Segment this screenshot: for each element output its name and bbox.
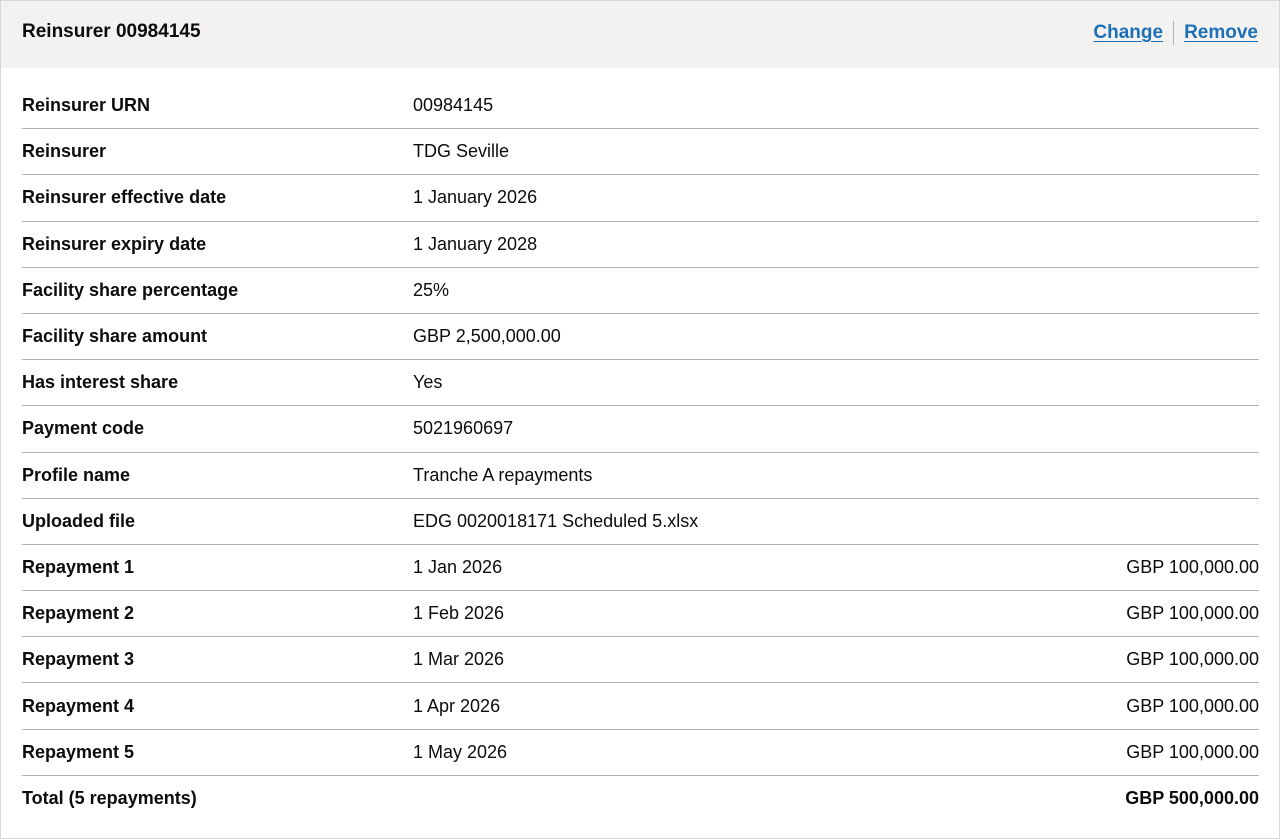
repayment-row: Repayment 4 1 Apr 2026 GBP 100,000.00: [22, 683, 1259, 730]
summary-row-payment-code: Payment code 5021960697: [22, 406, 1259, 453]
reinsurer-summary-card: Reinsurer 00984145 Change Remove Reinsur…: [0, 0, 1280, 839]
row-value: 1 January 2028: [413, 233, 538, 254]
row-value: 25%: [413, 279, 450, 300]
row-value: 00984145: [413, 95, 494, 116]
summary-row-interest-share: Has interest share Yes: [22, 360, 1259, 407]
row-value: Yes: [413, 372, 443, 393]
summary-row-effective-date: Reinsurer effective date 1 January 2026: [22, 175, 1259, 222]
row-value: GBP 2,500,000.00: [413, 326, 561, 347]
summary-row-share-percentage: Facility share percentage 25%: [22, 268, 1259, 314]
row-key: Payment code: [22, 418, 145, 439]
repayment-row: Repayment 2 1 Feb 2026 GBP 100,000.00: [22, 591, 1259, 638]
repayment-row: Repayment 1 1 Jan 2026 GBP 100,000.00: [22, 545, 1259, 592]
repayment-key: Repayment 3: [22, 649, 135, 670]
repayment-date: 1 Mar 2026: [413, 649, 505, 670]
total-row: Total (5 repayments) GBP 500,000.00: [22, 776, 1259, 822]
row-key: Reinsurer effective date: [22, 187, 227, 208]
repayment-date: 1 Jan 2026: [413, 556, 503, 577]
summary-row-expiry-date: Reinsurer expiry date 1 January 2028: [22, 222, 1259, 268]
row-key: Reinsurer URN: [22, 95, 151, 116]
row-value: TDG Seville: [413, 141, 510, 162]
total-amount: GBP 500,000.00: [1125, 788, 1259, 809]
actions-divider: [1173, 20, 1175, 45]
repayment-date: 1 Feb 2026: [413, 603, 505, 624]
row-key: Profile name: [22, 464, 131, 485]
total-key: Total (5 repayments): [22, 788, 197, 809]
summary-list: Reinsurer URN 00984145 Reinsurer TDG Sev…: [22, 83, 1259, 822]
repayment-amount: GBP 100,000.00: [1126, 603, 1259, 624]
summary-row-reinsurer: Reinsurer TDG Seville: [22, 129, 1259, 176]
card-actions: Change Remove: [1093, 20, 1258, 45]
summary-row-profile-name: Profile name Tranche A repayments: [22, 453, 1259, 499]
repayment-date: 1 May 2026: [413, 741, 508, 762]
repayment-amount: GBP 100,000.00: [1126, 695, 1259, 716]
repayment-row: Repayment 5 1 May 2026 GBP 100,000.00: [22, 730, 1259, 776]
repayment-key: Repayment 1: [22, 556, 135, 577]
repayment-amount: GBP 100,000.00: [1126, 741, 1259, 762]
card-title: Reinsurer 00984145: [22, 20, 201, 42]
remove-link[interactable]: Remove: [1184, 22, 1258, 44]
row-key: Has interest share: [22, 372, 179, 393]
summary-row-urn: Reinsurer URN 00984145: [22, 83, 1259, 130]
row-value: Tranche A repayments: [413, 464, 593, 485]
repayment-key: Repayment 4: [22, 695, 135, 716]
change-link[interactable]: Change: [1093, 22, 1163, 44]
card-header: Reinsurer 00984145 Change Remove: [1, 1, 1279, 68]
row-key: Facility share amount: [22, 326, 208, 347]
repayment-date: 1 Apr 2026: [413, 695, 501, 716]
row-key: Uploaded file: [22, 510, 136, 531]
row-value: EDG 0020018171 Scheduled 5.xlsx: [413, 510, 699, 531]
summary-row-share-amount: Facility share amount GBP 2,500,000.00: [22, 314, 1259, 361]
row-value: 5021960697: [413, 418, 514, 439]
row-key: Reinsurer: [22, 141, 107, 162]
repayment-amount: GBP 100,000.00: [1126, 649, 1259, 670]
repayment-key: Repayment 5: [22, 741, 135, 762]
repayment-row: Repayment 3 1 Mar 2026 GBP 100,000.00: [22, 637, 1259, 684]
summary-row-uploaded-file: Uploaded file EDG 0020018171 Scheduled 5…: [22, 499, 1259, 545]
row-value: 1 January 2026: [413, 187, 538, 208]
repayment-amount: GBP 100,000.00: [1126, 556, 1259, 577]
repayment-key: Repayment 2: [22, 603, 135, 624]
row-key: Reinsurer expiry date: [22, 233, 207, 254]
row-key: Facility share percentage: [22, 279, 239, 300]
